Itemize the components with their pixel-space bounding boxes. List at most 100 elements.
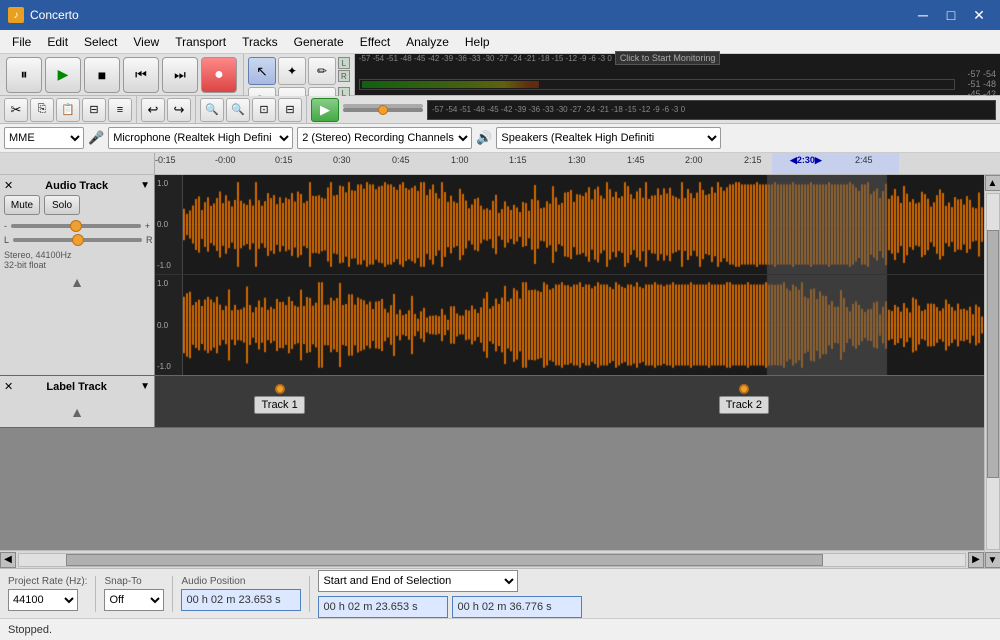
play-at-speed-button[interactable]: ▶ <box>311 98 339 122</box>
monitor-start-button[interactable]: Click to Start Monitoring <box>615 51 721 65</box>
project-rate-label: Project Rate (Hz): <box>8 576 87 587</box>
hscroll-track[interactable] <box>18 553 966 567</box>
label-track-close[interactable]: ✕ <box>4 380 13 393</box>
hscroll[interactable]: ◀ ▶ <box>0 550 984 568</box>
menu-effect[interactable]: Effect <box>352 33 398 51</box>
vscroll-down[interactable]: ▼ <box>985 552 1000 568</box>
close-button[interactable]: ✕ <box>966 4 992 26</box>
project-rate-select[interactable]: 44100 <box>8 589 78 611</box>
label-marker-2: Track 2 <box>719 384 769 414</box>
menu-help[interactable]: Help <box>457 33 498 51</box>
cut-button[interactable]: ✂ <box>4 98 28 122</box>
tick-8: 1:45 <box>627 155 645 165</box>
redo-button[interactable]: ↪ <box>167 98 191 122</box>
sep1 <box>95 576 96 612</box>
hscroll-right[interactable]: ▶ <box>968 552 984 568</box>
tick-1: -0:00 <box>215 155 236 165</box>
minimize-button[interactable]: ─ <box>910 4 936 26</box>
trim-button[interactable]: ⊟ <box>82 98 106 122</box>
envelope-tool[interactable]: ✦ <box>278 57 306 85</box>
speaker-icon: 🔊 <box>476 130 492 146</box>
tick-3: 0:30 <box>333 155 351 165</box>
silence-button[interactable]: ≡ <box>108 98 132 122</box>
tick-4: 0:45 <box>392 155 410 165</box>
label-track-expand[interactable]: ▲ <box>70 404 84 420</box>
track-expand-icon[interactable]: ▲ <box>70 274 84 290</box>
channels-select[interactable]: 2 (Stereo) Recording Channels <box>297 127 472 149</box>
label-marker-1: Track 1 <box>254 384 304 414</box>
audio-track-container: ✕ Audio Track ▼ Mute Solo - + <box>0 175 984 376</box>
menu-tracks[interactable]: Tracks <box>234 33 286 51</box>
mute-button[interactable]: Mute <box>4 195 40 215</box>
tick-5: 1:00 <box>451 155 469 165</box>
maximize-button[interactable]: □ <box>938 4 964 26</box>
record-button[interactable]: ● <box>201 57 237 93</box>
gain-slider[interactable] <box>11 224 141 228</box>
label-track-menu[interactable]: ▼ <box>140 381 150 392</box>
driver-select[interactable]: MME <box>4 127 84 149</box>
vscroll-track[interactable] <box>986 193 1000 550</box>
pan-slider[interactable] <box>13 238 142 242</box>
stop-button[interactable]: ■ <box>84 57 120 93</box>
vscroll[interactable]: ▲ ▼ <box>984 175 1000 568</box>
copy-button[interactable]: ⎘ <box>30 98 54 122</box>
audio-track-close[interactable]: ✕ <box>4 179 13 192</box>
audio-position-input[interactable] <box>181 589 301 611</box>
skip-back-button[interactable]: ⏮ <box>123 57 159 93</box>
menu-select[interactable]: Select <box>76 33 125 51</box>
menu-view[interactable]: View <box>125 33 167 51</box>
tick-10: 2:15 <box>744 155 762 165</box>
solo-button[interactable]: Solo <box>44 195 80 215</box>
ruler-label-space <box>0 153 155 174</box>
audio-position-label: Audio Position <box>181 576 301 587</box>
sep3 <box>309 576 310 612</box>
gain-max-label: + <box>145 221 150 231</box>
hscroll-left[interactable]: ◀ <box>0 552 16 568</box>
menu-edit[interactable]: Edit <box>39 33 76 51</box>
waveform-canvas-ch2 <box>183 275 984 375</box>
device-row: MME 🎤 Microphone (Realtek High Defini 2 … <box>0 124 1000 153</box>
timeline-ruler[interactable]: -0:15 -0:00 0:15 0:30 0:45 1:00 1:15 1:3… <box>0 153 1000 175</box>
skip-forward-button[interactable]: ⏭ <box>162 57 198 93</box>
output-device-select[interactable]: Speakers (Realtek High Definiti <box>496 127 721 149</box>
track-info: Stereo, 44100Hz 32-bit float <box>4 250 150 270</box>
selection-end-input[interactable] <box>452 596 582 618</box>
status-text: Stopped. <box>8 624 52 636</box>
vscroll-up[interactable]: ▲ <box>985 175 1000 191</box>
bottombar: Project Rate (Hz): 44100 Snap-To Off On … <box>0 568 1000 618</box>
pan-right-label: R <box>146 235 153 245</box>
selection-start-input[interactable] <box>318 596 448 618</box>
pause-button[interactable]: ⏸ <box>6 57 42 93</box>
selection-type-select[interactable]: Start and End of Selection Start and Len… <box>318 570 518 592</box>
statusbar: Stopped. <box>0 618 1000 640</box>
zoom-in-button[interactable]: 🔍 <box>200 98 224 122</box>
ruler-ticks[interactable]: -0:15 -0:00 0:15 0:30 0:45 1:00 1:15 1:3… <box>155 153 1000 174</box>
app-title: Concerto <box>30 8 79 22</box>
pencil-tool[interactable]: ✏ <box>308 57 336 85</box>
menu-file[interactable]: File <box>4 33 39 51</box>
audio-track-menu[interactable]: ▼ <box>140 180 150 191</box>
zoom-out-button[interactable]: 🔍 <box>226 98 250 122</box>
input-device-select[interactable]: Microphone (Realtek High Defini <box>108 127 293 149</box>
snap-to-label: Snap-To <box>104 576 164 587</box>
paste-button[interactable]: 📋 <box>56 98 80 122</box>
audio-track-name: Audio Track <box>45 180 108 192</box>
zoom-fit-button[interactable]: ⊡ <box>252 98 276 122</box>
mic-icon: 🎤 <box>88 130 104 146</box>
vscroll-thumb[interactable] <box>987 230 999 479</box>
app-icon: ♪ <box>8 7 24 23</box>
undo-button[interactable]: ↩ <box>141 98 165 122</box>
menu-generate[interactable]: Generate <box>286 33 352 51</box>
menu-analyze[interactable]: Analyze <box>398 33 457 51</box>
selection-tool[interactable]: ↖ <box>248 57 276 85</box>
playhead-marker: ◀2:30▶ <box>790 155 822 166</box>
tick-9: 2:00 <box>685 155 703 165</box>
hscroll-thumb[interactable] <box>66 554 823 566</box>
empty-track-area <box>0 428 984 550</box>
sep2 <box>172 576 173 612</box>
menu-transport[interactable]: Transport <box>167 33 234 51</box>
play-button[interactable]: ▶ <box>45 57 81 93</box>
label-track-content[interactable]: Track 1 Track 2 <box>155 376 984 427</box>
zoom-selection-button[interactable]: ⊟ <box>278 98 302 122</box>
snap-to-select[interactable]: Off On <box>104 589 164 611</box>
